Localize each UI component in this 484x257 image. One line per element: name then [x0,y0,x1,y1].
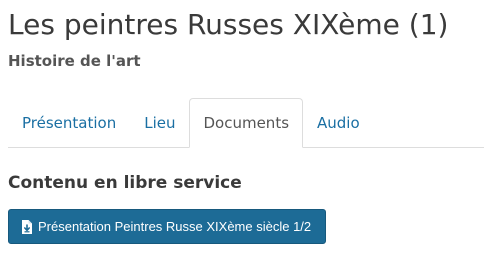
page: Les peintres Russes XIXème (1) Histoire … [0,0,484,257]
tab-bar: Présentation Lieu Documents Audio [8,98,484,148]
document-download-button[interactable]: Présentation Peintres Russe XIXème siècl… [8,209,327,244]
file-download-icon [21,219,33,234]
tab-documents[interactable]: Documents [189,98,304,148]
section-heading: Contenu en libre service [8,173,242,193]
tab-presentation[interactable]: Présentation [8,98,130,147]
page-subtitle: Histoire de l'art [8,52,141,70]
document-button-label: Présentation Peintres Russe XIXème siècl… [38,219,312,234]
tab-lieu[interactable]: Lieu [130,98,189,147]
page-title: Les peintres Russes XIXème (1) [8,8,449,41]
tab-audio[interactable]: Audio [303,98,374,147]
